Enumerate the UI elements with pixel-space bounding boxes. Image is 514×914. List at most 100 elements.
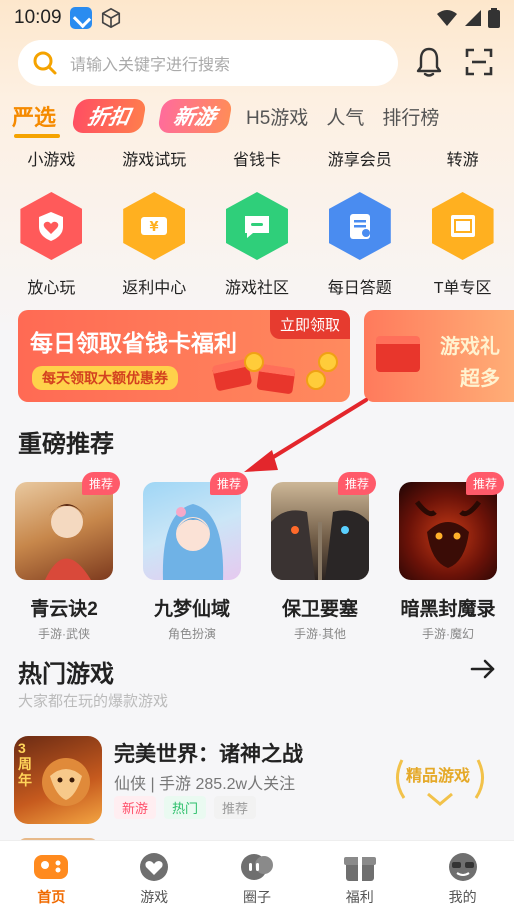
game-card[interactable]: 推荐 九梦仙域 角色扮演	[128, 472, 256, 642]
hot-game-item[interactable]: 3周年 完美世界：诸神之战 仙侠 | 手游 285.2w人关注 新游 热门 推荐…	[14, 736, 504, 828]
coin-icon	[244, 352, 264, 372]
quick-links: 小游戏 游戏试玩 省钱卡 游享会员 转游	[0, 146, 514, 176]
feature-label: 返利中心	[122, 280, 187, 297]
tag-hot: 热门	[164, 796, 207, 819]
tab-new-games[interactable]: 新游	[157, 99, 234, 133]
game-thumbnail	[15, 482, 113, 580]
tab-h5-games[interactable]: H5游戏	[246, 103, 308, 130]
gift-icon	[343, 857, 376, 881]
app-notification-icon	[69, 7, 92, 29]
tag-new: 新游	[114, 796, 157, 819]
anniversary-label: 3周年	[18, 740, 32, 788]
nav-welfare[interactable]: 福利	[308, 841, 411, 914]
banner-subtitle: 超多	[460, 368, 500, 390]
shield-heart-icon	[20, 192, 83, 260]
tab-popular[interactable]: 人气	[326, 103, 364, 130]
quick-link-saving-card[interactable]: 省钱卡	[206, 146, 309, 176]
hot-section-title: 热门游戏	[18, 661, 114, 688]
signal-icon	[465, 10, 481, 26]
game-card[interactable]: 推荐 保卫要塞 手游·其他	[256, 472, 384, 642]
game-name: 保卫要塞	[281, 599, 358, 620]
nav-label: 圈子	[242, 889, 271, 905]
status-time: 10:09	[14, 7, 62, 28]
profile-face-icon	[448, 853, 477, 881]
package-icon	[101, 7, 120, 29]
feature-rebate-center[interactable]: ¥ 返利中心	[103, 192, 206, 302]
battery-icon	[488, 8, 500, 28]
coin-icon	[306, 370, 326, 390]
heart-bubble-icon	[140, 853, 169, 881]
search-icon	[33, 51, 57, 75]
annotation-arrow	[244, 398, 368, 472]
game-name: 暗黑封魔录	[400, 599, 496, 620]
game-genre: 角色扮演	[167, 627, 216, 641]
gamepad-home-icon	[34, 855, 69, 879]
search-input[interactable]: 请输入关键字进行搜索	[18, 40, 398, 86]
bottom-navigation: 首页 游戏 圈子 福利 我的	[0, 840, 514, 914]
recommend-badge: 推荐	[337, 472, 376, 495]
saving-card-banner[interactable]: 每日领取省钱卡福利 每天领取大额优惠券 立即领取	[18, 310, 350, 402]
quick-link-membership[interactable]: 游享会员	[308, 146, 411, 176]
search-row: 请输入关键字进行搜索	[18, 40, 498, 86]
recommend-badge: 推荐	[465, 472, 504, 495]
nav-mine[interactable]: 我的	[411, 841, 514, 914]
arrow-right-icon[interactable]	[470, 656, 496, 682]
feature-safe-play[interactable]: 放心玩	[0, 192, 103, 302]
banner-subtitle: 每天领取大额优惠券	[32, 366, 178, 390]
quick-link-trial[interactable]: 游戏试玩	[103, 146, 206, 176]
feature-icon-grid: 放心玩 ¥ 返利中心 游戏社区 每日答题 T单专区	[0, 192, 514, 302]
nav-circle[interactable]: 圈子	[206, 841, 309, 914]
feature-t-zone[interactable]: T单专区	[411, 192, 514, 302]
yen-ticket-icon: ¥	[123, 192, 186, 260]
game-thumbnail	[399, 482, 497, 580]
community-bubbles-icon	[240, 854, 273, 880]
game-genre: 手游·其他	[294, 627, 346, 641]
feature-label: T单专区	[433, 280, 492, 297]
hot-section-subtitle: 大家都在玩的爆款游戏	[18, 693, 169, 710]
nav-home[interactable]: 首页	[0, 841, 103, 914]
nav-label: 福利	[345, 889, 374, 905]
chat-bubble-icon	[225, 192, 288, 260]
feature-label: 游戏社区	[224, 280, 289, 297]
game-meta: 仙侠 | 手游 285.2w人关注	[114, 776, 296, 793]
recommend-badge: 推荐	[209, 472, 248, 495]
game-name: 九梦仙域	[153, 599, 230, 620]
coin-icon	[318, 352, 338, 372]
quick-link-transfer[interactable]: 转游	[411, 146, 514, 176]
banner-title: 每日领取省钱卡福利	[30, 330, 237, 356]
nav-label: 我的	[448, 889, 477, 905]
clipboard-icon	[328, 192, 391, 260]
nav-label: 首页	[37, 889, 66, 905]
game-gift-banner[interactable]: 游戏礼 超多	[364, 310, 514, 402]
tab-discount[interactable]: 折扣	[71, 99, 148, 133]
wifi-icon	[437, 10, 457, 26]
feature-label: 每日答题	[327, 280, 392, 297]
claim-now-button[interactable]: 立即领取	[269, 310, 350, 339]
recommend-badge: 推荐	[81, 472, 120, 495]
category-tabs: 严选 折扣 新游 H5游戏 人气 排行榜	[12, 96, 502, 138]
game-genre: 手游·魔幻	[422, 627, 474, 641]
notification-bell-icon[interactable]	[414, 46, 444, 78]
featured-games: 推荐 青云诀2 手游·武侠 推荐 九梦仙域 角色扮演 推荐 保卫要塞 手游·其他…	[0, 472, 514, 642]
game-thumbnail: 3周年	[14, 736, 102, 824]
feature-community[interactable]: 游戏社区	[206, 192, 309, 302]
feature-daily-quiz[interactable]: 每日答题	[308, 192, 411, 302]
game-name: 完美世界：诸神之战	[114, 743, 303, 766]
status-bar: 10:09	[0, 0, 514, 36]
featured-section-title: 重磅推荐	[18, 431, 114, 458]
nav-label: 游戏	[140, 889, 169, 905]
feature-label: 放心玩	[27, 280, 76, 297]
tag-recommend: 推荐	[214, 796, 257, 819]
game-card[interactable]: 推荐 暗黑封魔录 手游·魔幻	[384, 472, 512, 642]
red-envelope-icon	[376, 336, 420, 372]
quick-link-mini-games[interactable]: 小游戏	[0, 146, 103, 176]
tab-yanxuan[interactable]: 严选	[12, 100, 61, 138]
game-genre: 手游·武侠	[38, 627, 90, 641]
scan-icon[interactable]	[464, 47, 494, 77]
svg-text:¥: ¥	[150, 220, 159, 235]
game-thumbnail	[271, 482, 369, 580]
game-card[interactable]: 推荐 青云诀2 手游·武侠	[0, 472, 128, 642]
tab-ranking[interactable]: 排行榜	[382, 103, 439, 130]
nav-games[interactable]: 游戏	[103, 841, 206, 914]
game-thumbnail	[143, 482, 241, 580]
